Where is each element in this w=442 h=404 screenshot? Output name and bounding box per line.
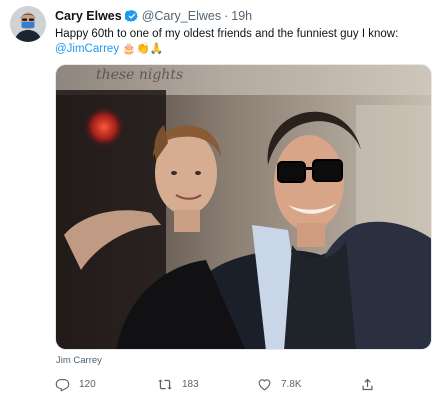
retweet-count: 183 xyxy=(182,378,199,390)
svg-text:these nights: these nights xyxy=(96,67,183,83)
reply-icon xyxy=(55,377,70,392)
retweet-button[interactable]: 183 xyxy=(157,374,199,394)
retweet-icon xyxy=(157,377,173,392)
reply-button[interactable]: 120 xyxy=(55,374,96,394)
separator-dot: · xyxy=(224,9,229,23)
like-button[interactable]: 7.8K xyxy=(257,374,302,394)
author-name[interactable]: Cary Elwes xyxy=(55,9,122,23)
avatar[interactable] xyxy=(10,6,46,42)
tweet-header: Cary Elwes @Cary_Elwes · 19h xyxy=(55,8,252,24)
verified-badge-icon xyxy=(124,9,139,23)
heart-icon xyxy=(257,377,272,392)
share-icon xyxy=(360,377,375,392)
tweet[interactable]: Cary Elwes @Cary_Elwes · 19h Happy 60th … xyxy=(0,0,442,404)
tweet-actions: 120 183 7.8K xyxy=(55,374,385,394)
timestamp[interactable]: 19h xyxy=(231,9,252,23)
mention-link[interactable]: @JimCarrey xyxy=(55,43,119,55)
share-button[interactable] xyxy=(360,374,375,394)
photo-caption: Jim Carrey xyxy=(56,355,102,366)
author-handle[interactable]: @Cary_Elwes xyxy=(142,9,221,23)
tweet-photo[interactable]: these nights xyxy=(55,64,432,350)
reply-count: 120 xyxy=(79,378,96,390)
tweet-text: Happy 60th to one of my oldest friends a… xyxy=(55,27,435,57)
tweet-text-line: Happy 60th to one of my oldest friends a… xyxy=(55,28,399,40)
emoji-group: 🎂👏🙏 xyxy=(122,43,164,55)
like-count: 7.8K xyxy=(281,378,302,390)
